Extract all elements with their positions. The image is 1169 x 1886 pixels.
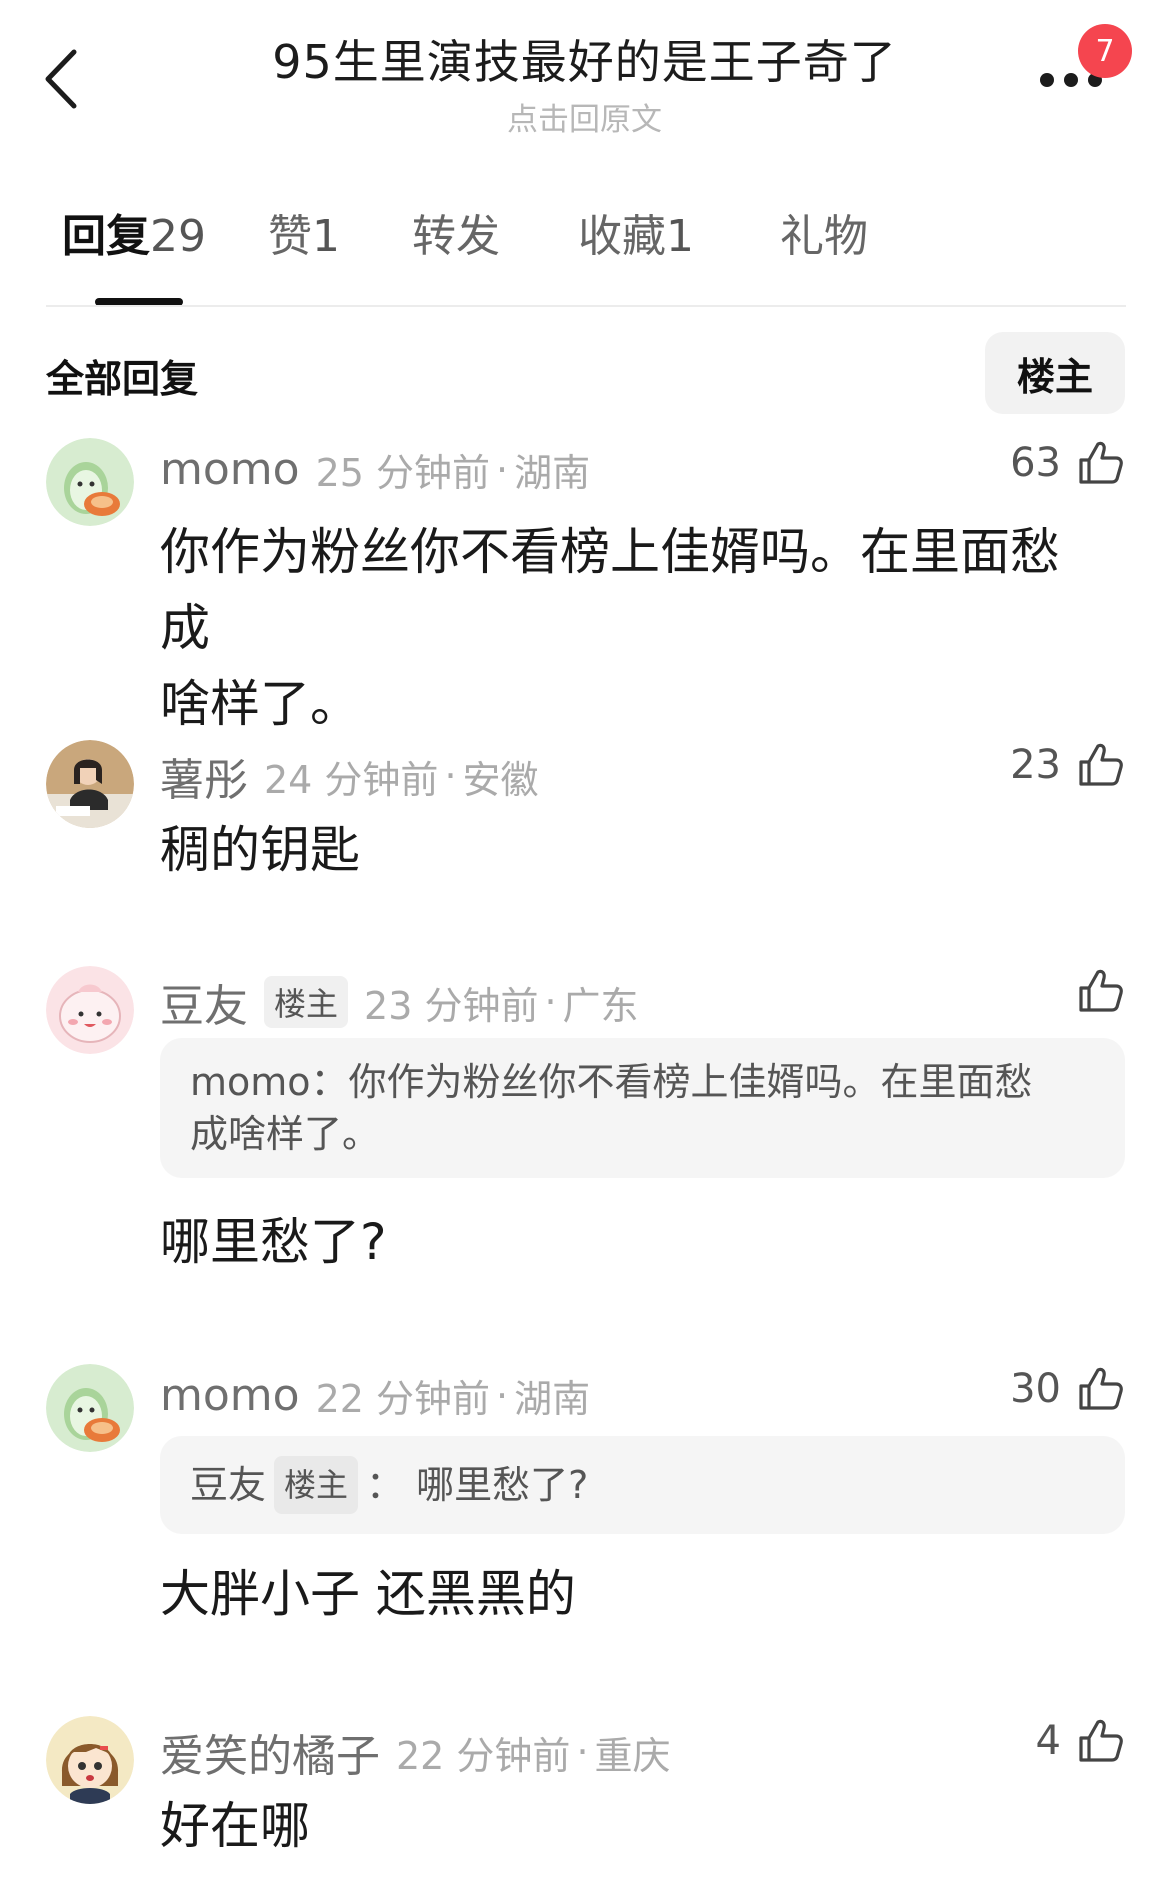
username[interactable]: momo <box>160 444 300 495</box>
tab-favorites[interactable]: 收藏1 <box>578 200 694 264</box>
comment-text[interactable]: 你作为粉丝你不看榜上佳婿吗。在里面愁成 啥样了。 <box>160 514 1090 742</box>
region: 湖南 <box>514 1377 591 1421</box>
comment-meta: 爱笑的橘子 22 分钟前 · 重庆 <box>160 1720 671 1784</box>
thumbs-up-icon <box>1079 1719 1123 1762</box>
more-dots-icon <box>1040 73 1054 87</box>
comment-meta: 豆友 楼主 23 分钟前 · 广东 <box>160 970 639 1034</box>
like-button[interactable]: 4 <box>1036 1716 1125 1766</box>
photo-avatar-icon <box>46 740 134 828</box>
comment-text-line: 你作为粉丝你不看榜上佳婿吗。在里面愁成 <box>160 523 1060 657</box>
separator: · <box>496 447 509 492</box>
timestamp: 22 分钟前 <box>396 1733 571 1778</box>
tab-gifts[interactable]: 礼物 <box>780 200 868 264</box>
username[interactable]: 薯彤 <box>160 744 248 808</box>
region: 广东 <box>562 983 639 1028</box>
tab-label: 转发 <box>412 211 500 262</box>
notification-badge: 7 <box>1078 24 1132 78</box>
tab-label: 赞 <box>268 211 312 262</box>
like-count: 4 <box>1035 1718 1061 1764</box>
tabs-divider <box>46 305 1126 307</box>
region: 重庆 <box>594 1733 671 1778</box>
tab-bar: 回复29 赞1 转发 收藏1 礼物 <box>46 200 1126 280</box>
avatar[interactable] <box>46 438 134 526</box>
back-to-post-link[interactable]: 点击回原文 <box>200 94 969 139</box>
thumbs-up-icon <box>1079 969 1123 1012</box>
comment-meta: momo 25 分钟前 · 湖南 <box>160 442 590 497</box>
quoted-text-line: momo：你作为粉丝你不看榜上佳婿吗。在里面愁 <box>190 1060 1033 1104</box>
comment-text[interactable]: 好在哪 <box>160 1788 1090 1864</box>
op-only-filter-button[interactable]: 楼主 <box>985 332 1125 414</box>
timestamp: 25 分钟前 <box>315 451 490 495</box>
avatar[interactable] <box>46 740 134 828</box>
thumbs-up-icon <box>1079 743 1123 786</box>
comment-meta: 薯彤 24 分钟前 · 安徽 <box>160 744 539 808</box>
region: 安徽 <box>462 757 539 802</box>
tab-label: 回复 <box>62 211 150 262</box>
comment-text[interactable]: 哪里愁了? <box>160 1204 1090 1280</box>
post-title-area[interactable]: 95生里演技最好的是王子奇了 点击回原文 <box>200 26 969 139</box>
all-replies-heading: 全部回复 <box>46 357 199 401</box>
top-nav-bar: 95生里演技最好的是王子奇了 点击回原文 7 <box>0 0 1169 150</box>
separator: · <box>544 980 557 1024</box>
timestamp: 24 分钟前 <box>264 757 439 802</box>
tab-replies[interactable]: 回复29 <box>62 200 206 264</box>
like-button[interactable]: 63 <box>1010 438 1125 488</box>
separator: · <box>444 754 457 798</box>
more-dot <box>1064 73 1078 87</box>
username[interactable]: 爱笑的橘子 <box>160 1720 380 1784</box>
tab-reposts[interactable]: 转发 <box>412 200 500 264</box>
quoted-text-line: 成啥样了。 <box>190 1112 381 1156</box>
pink-cartoon-avatar-icon <box>46 966 134 1054</box>
tab-likes[interactable]: 赞1 <box>268 200 340 264</box>
like-button[interactable]: 23 <box>1010 740 1125 790</box>
username[interactable]: momo <box>160 1370 300 1421</box>
like-button[interactable]: 30 <box>1010 1364 1125 1414</box>
comment-text[interactable]: 大胖小子 还黑黑的 <box>160 1556 1090 1632</box>
back-button[interactable] <box>40 44 90 114</box>
avatar[interactable] <box>46 966 134 1054</box>
timestamp: 23 分钟前 <box>364 983 539 1028</box>
green-cartoon-avatar-icon <box>46 1364 134 1452</box>
comment-text[interactable]: 稠的钥匙 <box>160 812 1090 888</box>
timestamp: 22 分钟前 <box>315 1377 490 1421</box>
avatar[interactable] <box>46 1716 134 1804</box>
quoted-text: ： 哪里愁了? <box>366 1463 589 1507</box>
op-badge: 楼主 <box>264 976 349 1028</box>
quoted-reply[interactable]: 豆友 楼主 ： 哪里愁了? <box>160 1436 1125 1534</box>
op-badge: 楼主 <box>274 1456 359 1514</box>
tab-label: 礼物 <box>780 211 868 262</box>
tab-count: 29 <box>150 211 206 262</box>
region: 湖南 <box>514 451 591 495</box>
tab-label: 收藏 <box>578 211 666 262</box>
thumbs-up-icon <box>1079 1367 1123 1410</box>
quoted-username: 豆友 <box>190 1463 267 1507</box>
post-title: 95生里演技最好的是王子奇了 <box>272 35 897 89</box>
green-cartoon-avatar-icon <box>46 438 134 526</box>
like-button[interactable] <box>1061 966 1125 1016</box>
quoted-reply[interactable]: momo：你作为粉丝你不看榜上佳婿吗。在里面愁 成啥样了。 <box>160 1038 1125 1178</box>
like-count: 23 <box>1010 742 1061 788</box>
thumbs-up-icon <box>1079 441 1123 484</box>
like-count: 30 <box>1010 1366 1061 1412</box>
separator: · <box>496 1373 509 1418</box>
tab-count: 1 <box>312 211 340 262</box>
anime-girl-avatar-icon <box>46 1716 134 1804</box>
username[interactable]: 豆友 <box>160 970 248 1034</box>
comment-meta: momo 22 分钟前 · 湖南 <box>160 1368 590 1423</box>
chevron-left-icon <box>45 49 77 109</box>
like-count: 63 <box>1010 440 1061 486</box>
tab-count: 1 <box>666 211 694 262</box>
avatar[interactable] <box>46 1364 134 1452</box>
comment-text-line: 啥样了。 <box>160 675 360 733</box>
separator: · <box>576 1730 589 1774</box>
